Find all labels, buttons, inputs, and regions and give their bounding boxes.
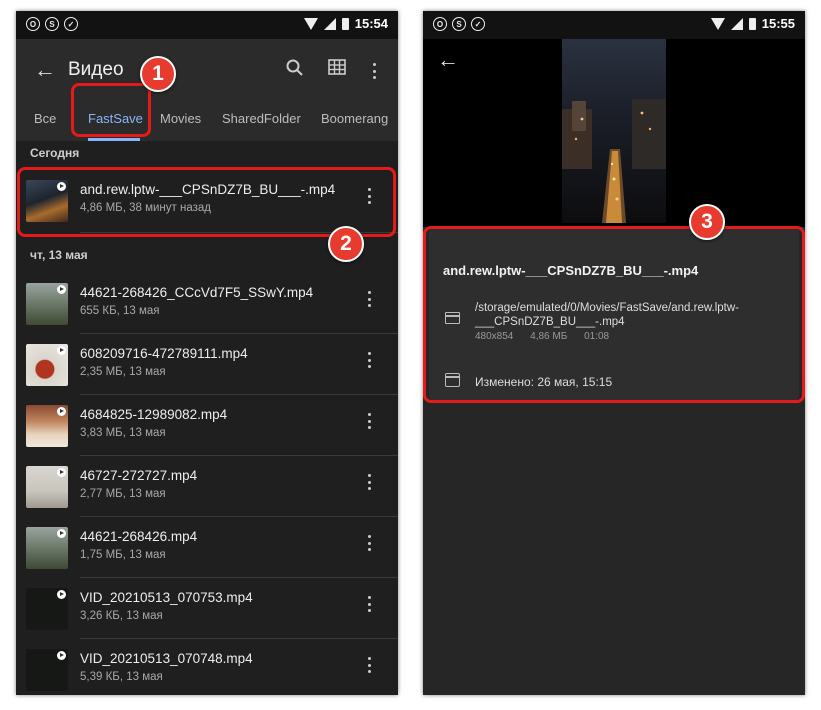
step-badge-1: 1 (140, 56, 176, 92)
item-menu-icon[interactable] (368, 657, 372, 675)
file-name: 4684825-12989082.mp4 (80, 407, 228, 422)
play-icon (57, 651, 66, 660)
file-name: 608209716-472789111.mp4 (80, 346, 248, 361)
play-icon (57, 407, 66, 416)
item-menu-icon[interactable] (368, 596, 372, 614)
list-item[interactable]: 608209716-472789111.mp4 2,35 МБ, 13 мая (16, 334, 398, 394)
video-thumbnail (26, 283, 68, 325)
tab-boomerang[interactable]: Boomerang (321, 111, 388, 126)
list-item[interactable]: 44621-268426_CCcVd7F5_SSwY.mp4 655 КБ, 1… (16, 273, 398, 333)
page-title: Видео (68, 59, 124, 80)
video-preview[interactable] (562, 39, 666, 223)
back-arrow-icon[interactable]: ← (437, 49, 459, 71)
video-thumbnail (26, 527, 68, 569)
file-meta: 3,26 КБ, 13 мая (80, 610, 163, 622)
highlight-tab-fastsave (71, 83, 151, 137)
video-thumbnail (26, 588, 68, 630)
list-item[interactable]: VID_20210513_070748.mp4 5,39 КБ, 13 мая (16, 639, 398, 695)
play-icon (57, 529, 66, 538)
play-icon (57, 590, 66, 599)
shazam-icon: S (45, 17, 59, 31)
check-icon: ✓ (64, 17, 78, 31)
play-icon (57, 285, 66, 294)
wifi-icon (710, 17, 725, 30)
status-bar: O S ✓ 15:54 (16, 11, 398, 39)
video-thumbnail (26, 649, 68, 691)
file-name: 44621-268426_CCcVd7F5_SSwY.mp4 (80, 285, 314, 300)
status-time: 15:55 (761, 16, 795, 31)
status-time: 15:54 (354, 16, 388, 31)
file-name: VID_20210513_070753.mp4 (80, 590, 253, 605)
back-arrow-icon[interactable]: ← (34, 59, 56, 81)
section-header-date: чт, 13 мая (30, 248, 88, 262)
video-thumbnail (26, 466, 68, 508)
tab-all[interactable]: Все (34, 111, 56, 126)
list-item[interactable]: VID_20210513_070753.mp4 3,26 КБ, 13 мая (16, 578, 398, 638)
check-icon: ✓ (471, 17, 485, 31)
step-badge-2: 2 (328, 226, 364, 262)
tab-movies[interactable]: Movies (160, 111, 201, 126)
file-meta: 2,77 МБ, 13 мая (80, 488, 166, 500)
file-name: 46727-272727.mp4 (80, 468, 198, 483)
list-item[interactable]: 46727-272727.mp4 2,77 МБ, 13 мая (16, 456, 398, 516)
item-menu-icon[interactable] (368, 413, 372, 431)
item-menu-icon[interactable] (368, 535, 372, 553)
play-icon (57, 346, 66, 355)
file-meta: 2,35 МБ, 13 мая (80, 366, 166, 378)
list-item[interactable]: 4684825-12989082.mp4 3,83 МБ, 13 мая (16, 395, 398, 455)
file-meta: 5,39 КБ, 13 мая (80, 671, 163, 683)
wifi-icon (303, 17, 318, 30)
file-name: 44621-268426.mp4 (80, 529, 198, 544)
item-menu-icon[interactable] (368, 474, 372, 492)
search-icon[interactable] (286, 59, 304, 82)
highlight-info-card (423, 226, 805, 403)
item-menu-icon[interactable] (368, 352, 372, 370)
active-tab-indicator (88, 138, 140, 141)
play-icon (57, 468, 66, 477)
signal-icon (730, 17, 743, 30)
signal-icon (323, 17, 336, 30)
opera-icon: O (433, 17, 447, 31)
shazam-icon: S (452, 17, 466, 31)
item-menu-icon[interactable] (368, 291, 372, 309)
battery-icon (748, 17, 756, 30)
video-thumbnail (26, 344, 68, 386)
status-bar: O S ✓ 15:55 (423, 11, 805, 39)
section-header-today: Сегодня (30, 146, 80, 160)
overflow-menu-icon[interactable] (373, 63, 377, 81)
tab-sharedfolder[interactable]: SharedFolder (222, 111, 301, 126)
list-item[interactable]: 44621-268426.mp4 1,75 МБ, 13 мая (16, 517, 398, 577)
battery-icon (341, 17, 349, 30)
step-badge-3: 3 (689, 204, 725, 240)
file-meta: 1,75 МБ, 13 мая (80, 549, 166, 561)
grid-view-icon[interactable] (328, 59, 346, 80)
video-thumbnail (26, 405, 68, 447)
file-meta: 655 КБ, 13 мая (80, 305, 160, 317)
file-meta: 3,83 МБ, 13 мая (80, 427, 166, 439)
opera-icon: O (26, 17, 40, 31)
file-name: VID_20210513_070748.mp4 (80, 651, 253, 666)
